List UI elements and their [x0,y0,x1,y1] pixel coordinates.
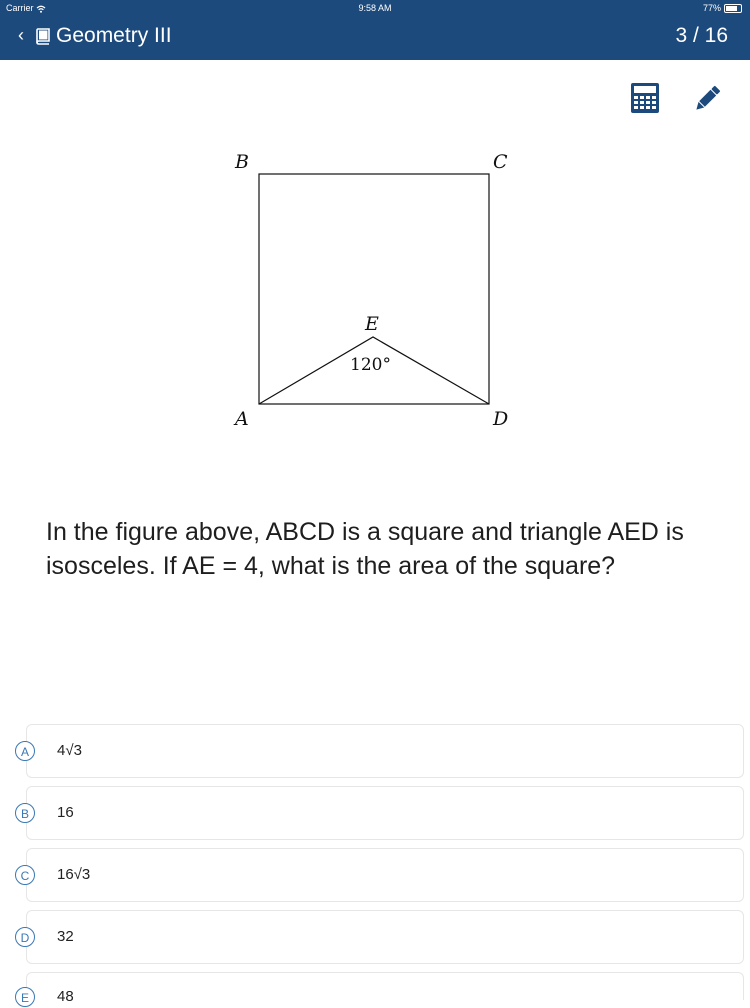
choice-e[interactable]: E 48 [15,972,744,1007]
status-time: 9:58 AM [358,3,392,13]
choice-b[interactable]: B 16 [15,786,744,840]
status-bar: Carrier 9:58 AM 77% [0,0,750,16]
top-bar: Carrier 9:58 AM 77% ‹ Geometry III 3 / 1… [0,0,750,60]
choice-letter-badge: D [15,927,35,947]
choice-a[interactable]: A 4√3 [15,724,744,778]
question-text: In the figure above, ABCD is a square an… [46,518,684,580]
choice-text: 48 [57,988,74,1005]
choice-text: 4√3 [57,742,82,759]
question-counter: 3 / 16 [675,24,728,47]
choice-letter-badge: C [15,865,35,885]
choice-d[interactable]: D 32 [15,910,744,964]
calculator-icon[interactable] [630,82,660,114]
label-a: A [233,408,249,430]
label-b: B [234,151,249,173]
battery-percent: 77% [702,3,721,13]
label-c: C [493,151,508,173]
geometry-figure: B C E 120° A D [233,151,508,430]
choice-c[interactable]: C 16√3 [15,848,744,902]
angle-label: 120° [350,355,391,375]
choice-letter-badge: B [15,803,35,823]
choice-text: 16 [57,804,74,821]
label-e: E [364,313,379,335]
book-icon [36,28,50,45]
choice-text: 16√3 [57,866,91,883]
status-battery: 77% [703,3,742,13]
choice-letter-badge: A [15,741,35,761]
nav-row: ‹ Geometry III 3 / 16 [0,18,750,56]
pencil-icon[interactable] [692,84,722,114]
choice-letter-badge: E [15,987,35,1007]
page-title: Geometry III [56,24,172,47]
label-d: D [492,408,508,430]
back-chevron-icon[interactable]: ‹ [18,25,24,45]
choice-text: 32 [57,928,74,945]
battery-icon [724,3,742,13]
